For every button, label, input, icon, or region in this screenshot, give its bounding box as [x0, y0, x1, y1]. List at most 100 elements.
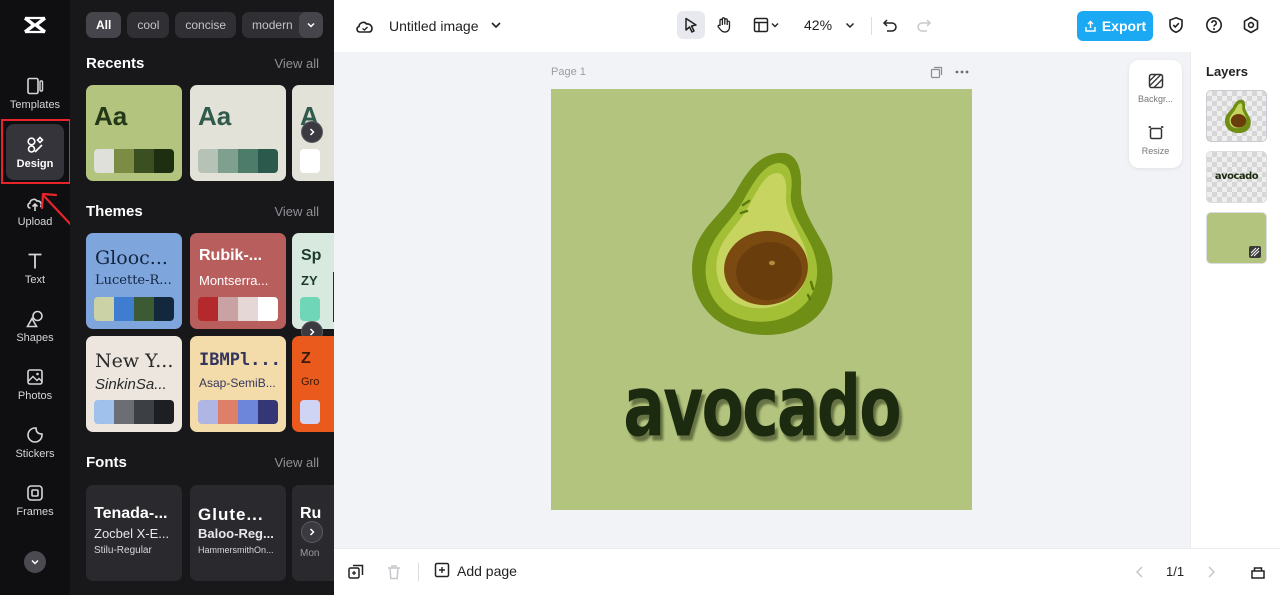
fonts-title: Fonts — [86, 454, 127, 471]
rail-expand-button[interactable] — [24, 551, 46, 573]
shapes-icon — [26, 310, 43, 327]
palette-swatches — [198, 400, 278, 424]
rail-item-text[interactable]: Text — [3, 240, 67, 296]
rail-item-shapes[interactable]: Shapes — [3, 298, 67, 354]
chevron-down-icon[interactable] — [488, 17, 504, 33]
chevron-down-icon — [845, 22, 855, 29]
layer-avocado-image[interactable] — [1206, 90, 1267, 142]
recent-card-2[interactable]: Aa — [190, 85, 286, 181]
floating-tools: Backgr... Resize — [1129, 60, 1182, 168]
frames-icon — [27, 484, 43, 501]
artboard[interactable]: avocado — [551, 89, 972, 510]
rail-item-design[interactable]: Design — [6, 124, 64, 180]
more-options-icon[interactable] — [955, 69, 969, 75]
settings-button[interactable] — [1237, 11, 1265, 39]
security-button[interactable] — [1162, 11, 1190, 39]
background-tool[interactable]: Backgr... — [1129, 72, 1182, 104]
rail-label: Shapes — [16, 331, 54, 344]
card-sample: Aa — [94, 101, 128, 131]
font-line-3: HammersmithOn... — [198, 545, 274, 555]
redo-button[interactable] — [910, 11, 938, 39]
add-page-icon — [434, 562, 450, 578]
resize-icon — [1148, 126, 1163, 140]
app-window: Templates Design Upload Text Shapes Phot… — [0, 0, 1280, 595]
help-icon — [1206, 17, 1222, 33]
add-page-label: Add page — [457, 562, 517, 579]
chevron-down-icon — [31, 559, 39, 565]
recent-card-1[interactable]: Aa — [86, 85, 182, 181]
zoom-dropdown-button[interactable] — [836, 11, 864, 39]
layer-background[interactable] — [1206, 212, 1267, 264]
rail-item-frames[interactable]: Frames — [3, 472, 67, 528]
font-line-1: Tenada-... — [94, 505, 168, 522]
zoom-level[interactable]: 42% — [804, 17, 832, 33]
chevron-right-icon — [309, 528, 315, 536]
chips-more-button[interactable] — [299, 12, 323, 38]
fonts-view-all[interactable]: View all — [274, 455, 319, 470]
select-tool-button[interactable] — [677, 11, 705, 39]
layout-tool-button[interactable] — [746, 11, 786, 39]
chevron-right-icon[interactable] — [1202, 563, 1220, 581]
rail-label: Photos — [17, 389, 53, 402]
rail-label: Frames — [16, 505, 54, 518]
trash-icon[interactable] — [385, 563, 403, 581]
toolbar-divider — [871, 17, 872, 35]
theme-card-4[interactable]: New Y... SinkinSa... — [86, 336, 182, 432]
chevron-left-icon[interactable] — [1131, 563, 1149, 581]
recents-view-all[interactable]: View all — [274, 56, 319, 71]
recents-scroll-right-button[interactable] — [301, 121, 323, 143]
chevron-down-icon — [771, 23, 779, 28]
add-page-button[interactable]: Add page — [434, 562, 517, 579]
background-icon — [1148, 73, 1163, 89]
theme-card-5[interactable]: IBMPl... Asap-SemiB... — [190, 336, 286, 432]
hand-tool-button[interactable] — [710, 11, 738, 39]
theme-card-6[interactable]: Z Gro — [292, 336, 334, 432]
avocado-illustration[interactable] — [687, 147, 839, 337]
avocado-headline[interactable]: avocado — [551, 357, 972, 456]
rail-label: Text — [24, 273, 46, 286]
rail-item-upload[interactable]: Upload — [3, 182, 67, 238]
theme-card-2[interactable]: Rubik-... Montserra... — [190, 233, 286, 329]
rail-item-templates[interactable]: Templates — [3, 65, 67, 121]
page-panel-icon[interactable] — [1249, 563, 1267, 581]
palette-swatches — [94, 400, 174, 424]
palette-swatches — [300, 400, 320, 424]
theme-card-3[interactable]: Sp ZY — [292, 233, 334, 329]
canvas-area[interactable]: Page 1 avocado Backgr... Resize — [334, 52, 1190, 548]
cloud-sync-icon[interactable] — [354, 15, 376, 37]
theme-card-1[interactable]: Glooc... Lucette-R... — [86, 233, 182, 329]
chip-all[interactable]: All — [86, 12, 122, 38]
export-button[interactable]: Export — [1077, 11, 1153, 41]
theme-title: New Y... — [95, 350, 174, 372]
chip-cool[interactable]: cool — [127, 12, 170, 38]
page-label: Page 1 — [551, 66, 586, 78]
undo-icon — [882, 19, 897, 32]
app-logo-icon[interactable] — [22, 14, 48, 36]
chevron-right-icon — [309, 128, 315, 136]
layers-panel: Layers avocado — [1190, 52, 1280, 548]
undo-button[interactable] — [876, 11, 904, 39]
redo-icon — [917, 19, 932, 32]
duplicate-page-icon[interactable] — [930, 66, 943, 79]
bottom-toolbar: Add page 1/1 — [334, 548, 1280, 595]
background-badge-icon — [1249, 246, 1261, 258]
layer-avocado-text[interactable]: avocado — [1206, 151, 1267, 203]
shield-check-icon — [1169, 16, 1183, 34]
font-card-2[interactable]: Glute... Baloo-Reg... HammersmithOn... — [190, 485, 286, 581]
layer-text-preview: avocado — [1214, 171, 1259, 182]
fonts-scroll-right-button[interactable] — [301, 521, 323, 543]
font-line-3: Mon — [300, 548, 320, 559]
document-title[interactable]: Untitled image — [389, 18, 479, 34]
themes-title: Themes — [86, 203, 143, 220]
chip-concise[interactable]: concise — [175, 12, 237, 38]
font-line-1: Glute... — [198, 505, 264, 524]
font-card-1[interactable]: Tenada-... Zocbel X-E... Stilu-Regular — [86, 485, 182, 581]
duplicate-icon[interactable] — [347, 563, 365, 581]
resize-tool[interactable]: Resize — [1129, 124, 1182, 156]
help-button[interactable] — [1200, 11, 1228, 39]
background-tool-label: Backgr... — [1137, 94, 1173, 104]
rail-item-stickers[interactable]: Stickers — [3, 414, 67, 470]
themes-view-all[interactable]: View all — [274, 204, 319, 219]
export-label: Export — [1101, 18, 1147, 34]
rail-item-photos[interactable]: Photos — [3, 356, 67, 412]
